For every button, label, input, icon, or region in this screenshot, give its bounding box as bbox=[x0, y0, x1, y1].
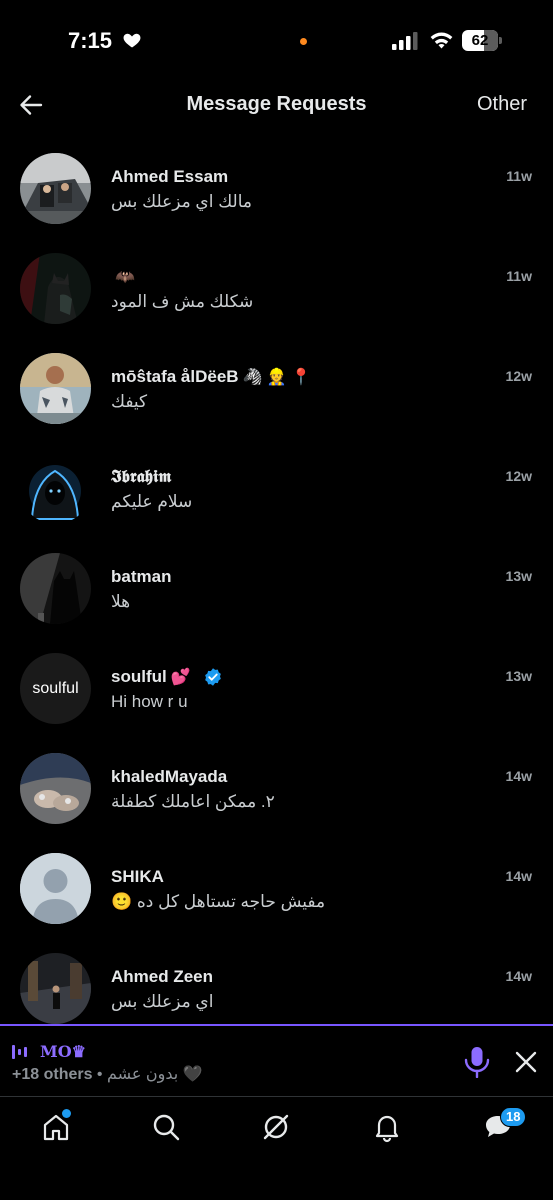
status-bar: 7:15 62 bbox=[0, 0, 553, 80]
message-preview: اي مزعلك بس bbox=[111, 992, 214, 1011]
avatar[interactable] bbox=[20, 553, 91, 624]
home-notification-dot bbox=[62, 1109, 71, 1118]
page-title: Message Requests bbox=[186, 93, 367, 115]
timestamp: 14w bbox=[505, 968, 532, 984]
cellular-signal-icon bbox=[392, 32, 418, 50]
verified-badge-icon bbox=[204, 668, 221, 686]
message-preview: هلا bbox=[111, 592, 131, 611]
audio-wave-icon bbox=[12, 1044, 27, 1059]
battery-icon: 62 bbox=[462, 30, 502, 51]
message-requests-list: Ahmed Essam 11w مالك اي مزعلك بس 🦇 11w ش… bbox=[0, 140, 553, 1025]
avatar[interactable] bbox=[20, 353, 91, 424]
space-title: بدون عشم 🖤 bbox=[106, 1066, 203, 1083]
sender-name: Ahmed Zeen bbox=[111, 967, 214, 986]
timestamp: 13w bbox=[505, 568, 532, 584]
grok-icon[interactable] bbox=[260, 1111, 292, 1143]
wifi-icon bbox=[430, 32, 453, 49]
timestamp: 13w bbox=[505, 668, 532, 684]
bat-emoji: 🦇 bbox=[115, 269, 135, 286]
message-preview: مالك اي مزعلك بس bbox=[111, 192, 252, 211]
space-listener-count: +18 others bbox=[12, 1066, 93, 1083]
request-item[interactable]: khaledMayada 14w ٢. ممكن اعاملك كطفلة bbox=[0, 740, 553, 840]
sender-name: soulful bbox=[111, 667, 167, 686]
request-item[interactable]: Ahmed Essam 11w مالك اي مزعلك بس bbox=[0, 140, 553, 240]
close-icon[interactable] bbox=[514, 1050, 538, 1074]
message-preview: Hi how r u bbox=[111, 692, 188, 711]
status-time: 7:15 bbox=[68, 28, 113, 53]
message-preview: كيفك bbox=[111, 392, 148, 411]
avatar[interactable] bbox=[20, 453, 91, 524]
heart-icon bbox=[123, 33, 141, 48]
avatar[interactable] bbox=[20, 753, 91, 824]
sender-name: batman bbox=[111, 567, 172, 586]
avatar[interactable] bbox=[20, 253, 91, 324]
request-item[interactable]: soulful soulful 💕 13w Hi how r u bbox=[0, 640, 553, 740]
sender-name: mōŝtafa ålDëeB bbox=[111, 367, 239, 386]
sender-name: 𝕴𝖇𝖗𝖆𝖍𝖎𝖒 bbox=[111, 467, 172, 487]
soulful-logo-avatar[interactable]: soulful bbox=[20, 653, 91, 724]
emoji-suffix: 🦓 👷 📍 bbox=[242, 369, 312, 386]
messages-badge: 18 bbox=[500, 1107, 527, 1127]
microphone-icon[interactable] bbox=[462, 1046, 492, 1078]
other-tab-button[interactable]: Other bbox=[477, 93, 527, 116]
timestamp: 11w bbox=[506, 268, 532, 284]
space-subtitle: +18 others • بدون عشم 🖤 bbox=[12, 1064, 203, 1084]
request-item[interactable]: 𝕴𝖇𝖗𝖆𝖍𝖎𝖒 12w سلام عليكم bbox=[0, 440, 553, 540]
avatar[interactable] bbox=[20, 153, 91, 224]
message-preview: ٢. ممكن اعاملك كطفلة bbox=[111, 792, 275, 811]
timestamp: 11w bbox=[506, 168, 532, 184]
sender-name: Ahmed Essam bbox=[111, 167, 229, 186]
avatar-logo-text: soulful bbox=[32, 679, 79, 697]
message-preview: شكلك مش ف المود bbox=[111, 292, 254, 311]
sender-name: SHIKA bbox=[111, 867, 164, 886]
hearts-emoji: 💕 bbox=[170, 669, 191, 686]
notifications-bell-icon[interactable] bbox=[371, 1111, 403, 1143]
timestamp: 12w bbox=[505, 468, 532, 484]
search-icon[interactable] bbox=[150, 1111, 182, 1143]
space-separator: • bbox=[92, 1066, 107, 1083]
avatar[interactable] bbox=[20, 953, 91, 1024]
default-avatar[interactable] bbox=[20, 853, 91, 924]
request-item[interactable]: batman 13w هلا bbox=[0, 540, 553, 640]
bottom-navigation: 18 bbox=[0, 1096, 553, 1200]
request-item[interactable]: 🦇 11w شكلك مش ف المود bbox=[0, 240, 553, 340]
request-item[interactable]: mōŝtafa ålDëeB 🦓 👷 📍 12w كيفك bbox=[0, 340, 553, 440]
timestamp: 14w bbox=[505, 768, 532, 784]
header: Message Requests Other bbox=[0, 80, 553, 132]
space-host-name: MO♛ bbox=[40, 1042, 86, 1061]
request-item[interactable]: SHIKA 14w مفيش حاجه تستاهل كل ده 🙂 bbox=[0, 840, 553, 940]
sender-name: khaledMayada bbox=[111, 767, 228, 786]
privacy-indicator-dot bbox=[300, 38, 307, 45]
request-item[interactable]: Ahmed Zeen 14w اي مزعلك بس bbox=[0, 940, 553, 1025]
battery-level: 62 bbox=[471, 32, 489, 49]
timestamp: 12w bbox=[505, 368, 532, 384]
timestamp: 14w bbox=[505, 868, 532, 884]
live-space-bar[interactable]: MO♛ +18 others • بدون عشم 🖤 bbox=[0, 1024, 553, 1096]
message-preview: سلام عليكم bbox=[111, 492, 193, 511]
message-preview: مفيش حاجه تستاهل كل ده 🙂 bbox=[111, 892, 326, 911]
